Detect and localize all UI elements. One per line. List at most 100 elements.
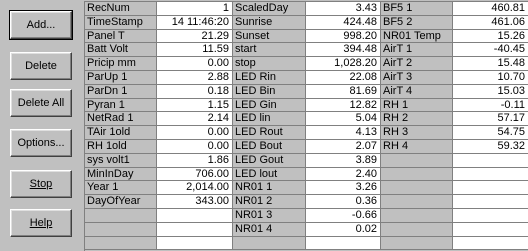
table-row[interactable]: stop 1,028.20 bbox=[233, 57, 381, 71]
table-row[interactable]: LED Gout 3.89 bbox=[233, 153, 381, 168]
field-value-cell: 3.43 bbox=[306, 2, 381, 16]
table-row[interactable] bbox=[381, 153, 528, 168]
table-row[interactable]: RH 1old 0.00 bbox=[85, 140, 233, 154]
table-row[interactable] bbox=[381, 236, 528, 251]
table-row[interactable]: Batt Volt 11.59 bbox=[85, 43, 233, 58]
table-row[interactable]: TAir 1old 0.00 bbox=[85, 126, 233, 140]
field-name-cell: NR01 4 bbox=[233, 222, 306, 237]
field-value-cell: 59.32 bbox=[453, 140, 528, 154]
delete-button[interactable]: Delete bbox=[10, 52, 72, 80]
field-value-cell: 460.81 bbox=[453, 2, 528, 16]
field-name-cell: LED Gin bbox=[233, 98, 306, 113]
field-name-cell: Sunset bbox=[233, 29, 306, 44]
table-row[interactable]: AirT 1 -40.45 bbox=[381, 43, 528, 58]
field-value-cell bbox=[453, 209, 528, 223]
table-row[interactable]: Sunrise 424.48 bbox=[233, 15, 381, 30]
table-row[interactable]: AirT 2 15.48 bbox=[381, 57, 528, 71]
field-value-cell: 3.89 bbox=[306, 153, 381, 168]
table-row[interactable]: LED lin 5.04 bbox=[233, 112, 381, 127]
table-row[interactable]: sys volt1 1.86 bbox=[85, 153, 233, 168]
table-row[interactable] bbox=[85, 236, 233, 251]
field-name-cell: LED Rin bbox=[233, 71, 306, 85]
table-row[interactable]: Panel T 21.29 bbox=[85, 29, 233, 44]
field-value-cell bbox=[157, 209, 233, 223]
field-name-cell bbox=[381, 236, 453, 251]
data-table[interactable]: RecNum 1 TimeStamp 14 11:46:20 Panel T 21.29 B… bbox=[84, 1, 528, 251]
table-row[interactable]: NR01 3 -0.66 bbox=[233, 209, 381, 223]
table-row[interactable]: NR01 1 3.26 bbox=[233, 181, 381, 196]
table-row[interactable]: Sunset 998.20 bbox=[233, 29, 381, 44]
field-name-cell bbox=[381, 167, 453, 182]
field-name-cell: RH 1old bbox=[85, 140, 157, 154]
table-row[interactable] bbox=[381, 195, 528, 209]
table-row[interactable]: RH 3 54.75 bbox=[381, 126, 528, 140]
delete-all-button[interactable]: Delete All bbox=[10, 89, 72, 117]
table-row[interactable]: RH 2 57.17 bbox=[381, 112, 528, 127]
stop-button-label: Stop bbox=[29, 178, 53, 190]
field-value-cell: 22.08 bbox=[306, 71, 381, 85]
field-value-cell: 2,014.00 bbox=[157, 181, 233, 196]
field-name-cell: Batt Volt bbox=[85, 43, 157, 58]
table-row[interactable]: LED Rin 22.08 bbox=[233, 71, 381, 85]
table-row[interactable] bbox=[381, 222, 528, 237]
field-value-cell: 0.36 bbox=[306, 195, 381, 209]
table-row[interactable]: LED Bin 81.69 bbox=[233, 84, 381, 99]
field-value-cell: 424.48 bbox=[306, 15, 381, 30]
table-row[interactable]: LED Gin 12.82 bbox=[233, 98, 381, 113]
options-button[interactable]: Options... bbox=[10, 129, 72, 157]
table-row[interactable]: MinInDay 706.00 bbox=[85, 167, 233, 182]
table-row[interactable]: LED Rout 4.13 bbox=[233, 126, 381, 140]
field-value-cell: 5.04 bbox=[306, 112, 381, 127]
table-row[interactable]: Pyran 1 1.15 bbox=[85, 98, 233, 113]
table-row[interactable]: NR01 2 0.36 bbox=[233, 195, 381, 209]
table-row[interactable] bbox=[381, 209, 528, 223]
table-row[interactable]: DayOfYear 343.00 bbox=[85, 195, 233, 209]
field-value-cell: 343.00 bbox=[157, 195, 233, 209]
table-row[interactable]: NR01 4 0.02 bbox=[233, 222, 381, 237]
table-row[interactable]: LED lout 2.40 bbox=[233, 167, 381, 182]
add-button-label: Add... bbox=[26, 19, 56, 31]
field-name-cell: RH 4 bbox=[381, 140, 453, 154]
table-row[interactable]: RH 1 -0.11 bbox=[381, 98, 528, 113]
table-row[interactable]: RecNum 1 bbox=[85, 2, 233, 16]
table-row[interactable]: RH 4 59.32 bbox=[381, 140, 528, 154]
table-row[interactable]: Year 1 2,014.00 bbox=[85, 181, 233, 196]
table-row[interactable]: AirT 3 10.70 bbox=[381, 71, 528, 85]
field-name-cell: ParDn 1 bbox=[85, 84, 157, 99]
table-row[interactable] bbox=[233, 236, 381, 251]
table-row[interactable]: LED Bout 2.07 bbox=[233, 140, 381, 154]
table-row[interactable]: start 394.48 bbox=[233, 43, 381, 58]
field-value-cell bbox=[453, 153, 528, 168]
table-row[interactable]: AirT 4 15.03 bbox=[381, 84, 528, 99]
add-button[interactable]: Add... bbox=[9, 10, 73, 40]
table-row[interactable]: Pricip mm 0.00 bbox=[85, 57, 233, 71]
field-value-cell: 4.13 bbox=[306, 126, 381, 140]
help-button-label: Help bbox=[29, 217, 53, 229]
table-row[interactable]: NetRad 1 2.14 bbox=[85, 112, 233, 127]
field-name-cell: NR01 1 bbox=[233, 181, 306, 196]
table-row[interactable]: ScaledDay 3.43 bbox=[233, 2, 381, 16]
table-row[interactable] bbox=[85, 222, 233, 237]
table-row[interactable]: ParUp 1 2.88 bbox=[85, 71, 233, 85]
field-value-cell: 998.20 bbox=[306, 29, 381, 44]
field-value-cell: 14 11:46:20 bbox=[157, 15, 233, 30]
table-row[interactable] bbox=[85, 209, 233, 223]
table-row[interactable] bbox=[381, 181, 528, 196]
field-value-cell: 21.29 bbox=[157, 29, 233, 44]
field-value-cell bbox=[157, 222, 233, 237]
field-name-cell: sys volt1 bbox=[85, 153, 157, 168]
field-value-cell: 1.86 bbox=[157, 153, 233, 168]
table-row[interactable]: ParDn 1 0.18 bbox=[85, 84, 233, 99]
stop-button[interactable]: Stop bbox=[10, 170, 72, 198]
field-name-cell: AirT 2 bbox=[381, 57, 453, 71]
table-row[interactable]: NR01 Temp 15.26 bbox=[381, 29, 528, 44]
field-value-cell: -40.45 bbox=[453, 43, 528, 58]
table-row[interactable]: BF5 1 460.81 bbox=[381, 2, 528, 16]
table-row[interactable]: TimeStamp 14 11:46:20 bbox=[85, 15, 233, 30]
field-name-cell: Pyran 1 bbox=[85, 98, 157, 113]
field-name-cell: RH 2 bbox=[381, 112, 453, 127]
table-row[interactable]: BF5 2 461.06 bbox=[381, 15, 528, 30]
help-button[interactable]: Help bbox=[10, 209, 72, 237]
field-name-cell: Panel T bbox=[85, 29, 157, 44]
table-row[interactable] bbox=[381, 167, 528, 182]
